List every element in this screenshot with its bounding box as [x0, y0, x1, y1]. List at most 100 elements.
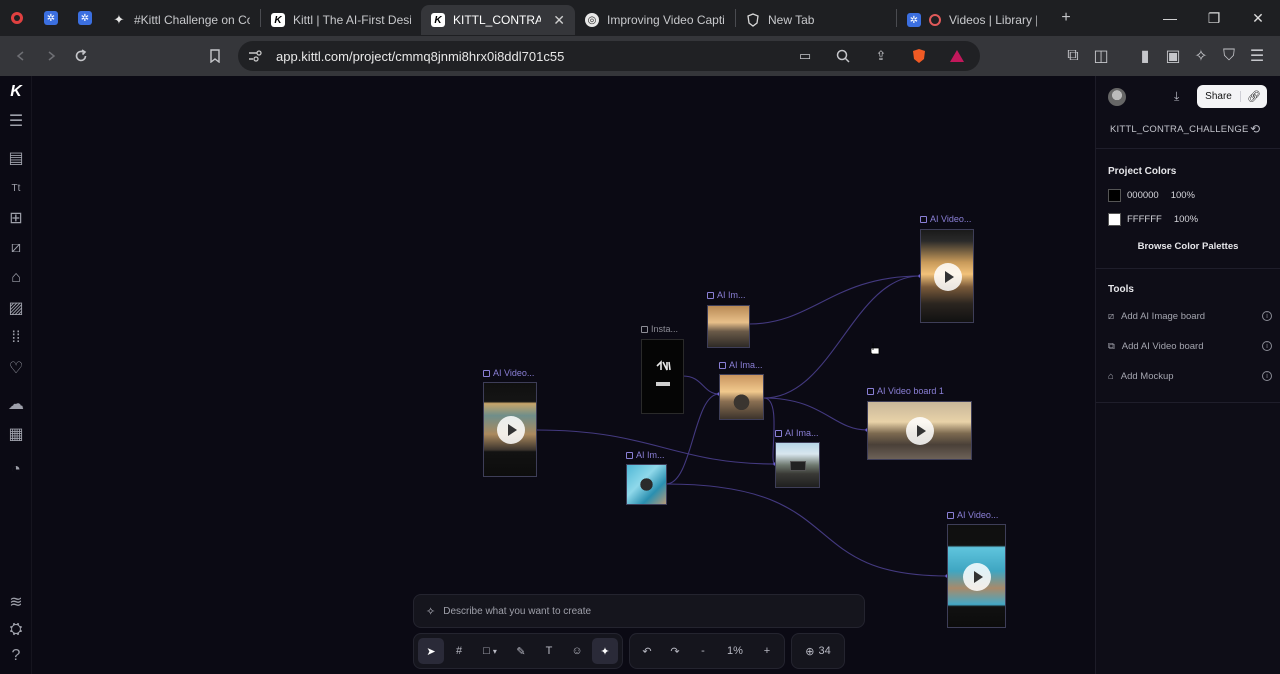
ai-image-board-4[interactable] — [626, 464, 667, 505]
project-name[interactable]: KITTL_CONTRA_CHALLENGE — [1110, 124, 1249, 135]
close-window-button[interactable]: ✕ — [1236, 0, 1280, 36]
menu-icon[interactable]: ☰ — [8, 113, 24, 130]
uploads-icon[interactable]: ⧄ — [8, 239, 24, 256]
notifications-icon[interactable]: ⛭ — [8, 621, 24, 638]
info-icon[interactable]: i — [1262, 311, 1272, 321]
brave-rewards-button[interactable] — [942, 41, 972, 71]
ai-video-board-bottom[interactable] — [947, 524, 1006, 628]
vpn-button[interactable]: ⛉ — [1214, 41, 1244, 71]
tab-loom-videos[interactable]: ✲ Videos | Library | Lo — [897, 5, 1047, 35]
frame-tool-button[interactable]: # — [446, 638, 472, 664]
ai-video-board-left[interactable] — [483, 382, 537, 477]
sidebar-toggle-button[interactable]: ▮ — [1130, 41, 1160, 71]
layers-icon[interactable]: ≋ — [8, 594, 24, 611]
tab-new-tab[interactable]: New Tab — [736, 5, 896, 35]
play-icon[interactable] — [497, 416, 525, 444]
design-canvas[interactable]: AI Video... AI Im... Insta... AI Ima... … — [33, 76, 1095, 674]
pinned-tab-opera[interactable] — [0, 0, 34, 36]
favorites-icon[interactable]: ♡ — [8, 360, 24, 377]
add-ai-video-board-button[interactable]: ⧉ Add AI Video board i — [1108, 335, 1272, 357]
pinned-tab-gear-1[interactable]: ✲ — [34, 0, 68, 36]
play-icon[interactable] — [906, 417, 934, 445]
wallet-button[interactable]: ▣ — [1158, 41, 1188, 71]
zoom-out-button[interactable]: - — [690, 638, 716, 664]
reload-button[interactable] — [66, 41, 96, 71]
minimize-button[interactable]: — — [1148, 0, 1192, 36]
brand-kit-icon[interactable]: ▦ — [8, 426, 24, 443]
tab-kittl-challenge[interactable]: ✦ #Kittl Challenge on Cor — [102, 5, 260, 35]
zoom-button[interactable] — [828, 41, 858, 71]
templates-icon[interactable]: ▤ — [8, 150, 24, 167]
link-icon[interactable]: 🔗︎ — [1241, 90, 1267, 103]
text-tool-button[interactable]: T — [536, 638, 562, 664]
brave-shields-button[interactable] — [904, 41, 934, 71]
color-row-white[interactable]: FFFFFF 100% — [1108, 213, 1198, 226]
photos-icon[interactable]: ▨ — [8, 300, 24, 317]
add-mockup-button[interactable]: ⌂ Add Mockup i — [1108, 365, 1272, 387]
share-page-button[interactable]: ⇪ — [866, 41, 896, 71]
node-label-instagram[interactable]: Insta... — [641, 324, 678, 334]
node-label-ai-image-3[interactable]: AI Ima... — [775, 428, 819, 438]
node-label-ai-image-1[interactable]: AI Im... — [707, 290, 746, 300]
help-icon[interactable]: ? — [8, 647, 24, 664]
node-label-ai-image-4[interactable]: AI Im... — [626, 450, 665, 460]
cast-button[interactable]: ▭ — [790, 41, 820, 71]
ai-image-board-1[interactable] — [707, 305, 750, 348]
zoom-in-button[interactable]: + — [754, 638, 780, 664]
text-icon[interactable]: Tt — [8, 180, 24, 196]
color-swatch[interactable] — [1108, 189, 1121, 202]
info-icon[interactable]: i — [1262, 341, 1272, 351]
address-bar[interactable]: app.kittl.com/project/cmmq8jnmi8hrx0i8dd… — [238, 41, 980, 71]
zoom-level[interactable]: 1% — [718, 638, 752, 664]
download-icon[interactable]: ⤓ — [1174, 89, 1179, 104]
ai-image-board-3[interactable] — [775, 442, 820, 488]
ai-prompt-input[interactable]: ✧ Describe what you want to create — [413, 594, 865, 628]
tab-kittl-project[interactable]: K KITTL_CONTRA_CH ✕ — [421, 5, 575, 35]
browse-palettes-button[interactable]: Browse Color Palettes — [1108, 236, 1268, 256]
back-button[interactable] — [6, 41, 36, 71]
ai-video-board-1[interactable] — [867, 401, 972, 460]
ai-image-board-2[interactable] — [719, 374, 764, 420]
history-icon[interactable]: ⟲ — [1250, 122, 1260, 136]
undo-button[interactable]: ↶ — [634, 638, 660, 664]
forward-button[interactable] — [36, 41, 66, 71]
close-icon[interactable]: ✕ — [553, 12, 565, 29]
select-tool-button[interactable]: ➤ — [418, 638, 444, 664]
extensions-button[interactable]: ⧉ — [1058, 41, 1088, 71]
redo-button[interactable]: ↷ — [662, 638, 688, 664]
play-icon[interactable] — [934, 263, 962, 291]
mockup-icon[interactable]: ⌂ — [8, 269, 24, 286]
play-icon[interactable] — [963, 563, 991, 591]
node-label-ai-video-bottom[interactable]: AI Video... — [947, 510, 998, 520]
pen-tool-button[interactable]: ✎ — [508, 638, 534, 664]
elements-icon[interactable]: ⊞ — [8, 210, 24, 227]
info-icon[interactable]: i — [1262, 371, 1272, 381]
node-label-ai-video-board-1[interactable]: AI Video board 1 — [867, 386, 944, 396]
leo-ai-button[interactable]: ✧ — [1186, 41, 1216, 71]
tab-kittl-home[interactable]: K Kittl | The AI-First Desig — [261, 5, 421, 35]
add-ai-image-board-button[interactable]: ⧄ Add AI Image board i — [1108, 305, 1272, 327]
instagram-board[interactable] — [641, 339, 684, 414]
ai-tool-button[interactable]: ✦ — [592, 638, 618, 664]
new-tab-button[interactable]: + — [1051, 3, 1081, 33]
upload-cloud-icon[interactable]: ☁ — [8, 396, 24, 413]
chat-icon[interactable]: ◔ — [8, 461, 24, 478]
sticker-tool-button[interactable]: ☺ — [564, 638, 590, 664]
extension-button[interactable]: ◫ — [1086, 41, 1116, 71]
shape-tool-button[interactable]: □ ▾ — [474, 638, 506, 664]
node-label-ai-video-left[interactable]: AI Video... — [483, 368, 534, 378]
share-button[interactable]: Share 🔗︎ — [1197, 85, 1267, 108]
pinned-tab-gear-2[interactable]: ✲ — [68, 0, 102, 36]
ai-video-board-top[interactable] — [920, 229, 974, 323]
menu-button[interactable]: ☰ — [1242, 41, 1272, 71]
color-swatch[interactable] — [1108, 213, 1121, 226]
restore-button[interactable]: ❐ — [1192, 0, 1236, 36]
avatar[interactable] — [1108, 88, 1126, 106]
kittl-logo-icon[interactable]: K — [8, 83, 24, 100]
bookmark-button[interactable] — [200, 41, 230, 71]
color-row-black[interactable]: 000000 100% — [1108, 189, 1195, 202]
patterns-icon[interactable]: ⁞⁞ — [8, 329, 24, 346]
node-label-ai-video-top[interactable]: AI Video... — [920, 214, 971, 224]
node-label-ai-image-2[interactable]: AI Ima... — [719, 360, 763, 370]
credits-button[interactable]: ⊕ 34 — [796, 638, 840, 664]
